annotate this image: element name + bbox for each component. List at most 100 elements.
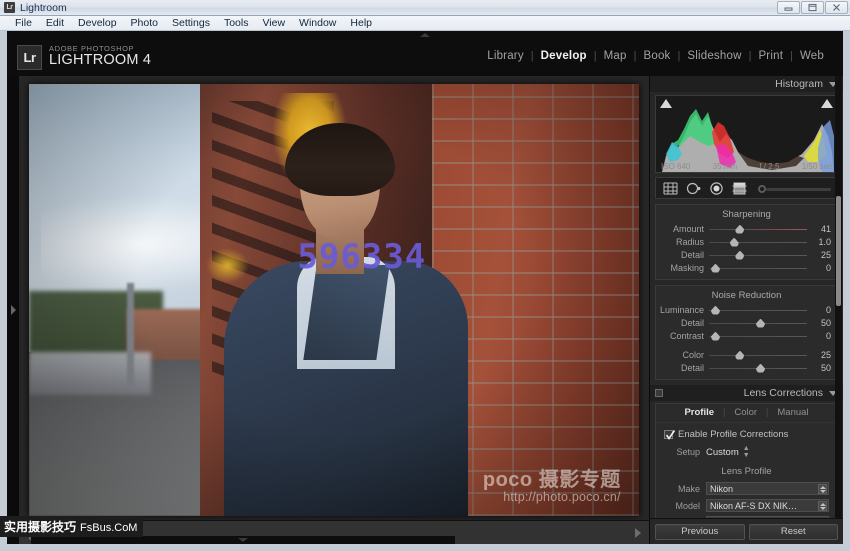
slider-track[interactable] bbox=[709, 237, 807, 248]
minimize-button[interactable] bbox=[777, 1, 800, 14]
photo-vignette bbox=[29, 84, 639, 516]
previous-button[interactable]: Previous bbox=[655, 523, 745, 540]
lens-make-select[interactable]: Nikon bbox=[706, 482, 829, 495]
spinner-icon[interactable] bbox=[818, 501, 827, 511]
slider-color-detail[interactable]: Detail 50 bbox=[656, 362, 837, 374]
panel-switch-icon[interactable] bbox=[655, 389, 663, 397]
lens-profile-label: Profile bbox=[660, 518, 706, 519]
minimize-icon bbox=[784, 7, 793, 11]
menu-file[interactable]: File bbox=[8, 16, 39, 30]
filmstrip-toggle[interactable] bbox=[31, 536, 455, 544]
updown-icon[interactable]: ▲ ▼ bbox=[743, 445, 750, 459]
spinner-icon[interactable] bbox=[818, 484, 827, 494]
menu-help[interactable]: Help bbox=[343, 16, 379, 30]
menu-edit[interactable]: Edit bbox=[39, 16, 71, 30]
red-eye-icon[interactable] bbox=[708, 181, 725, 196]
histogram-graph[interactable]: ISO 640 35 mm f / 2.5 1/50 sec bbox=[655, 95, 838, 173]
slider-track[interactable] bbox=[709, 318, 807, 329]
slider-masking[interactable]: Masking 0 bbox=[656, 262, 837, 274]
slider-label: Luminance bbox=[660, 305, 705, 315]
module-print[interactable]: Print bbox=[751, 50, 790, 62]
slider-track[interactable] bbox=[709, 331, 807, 342]
slider-label: Color bbox=[682, 350, 704, 360]
check-icon bbox=[665, 430, 676, 440]
slider-track[interactable] bbox=[709, 263, 807, 274]
close-button[interactable] bbox=[825, 1, 848, 14]
lens-corrections-body: Profile | Color | Manual Enable Profile … bbox=[655, 403, 838, 518]
reset-button[interactable]: Reset bbox=[748, 523, 838, 540]
slider-value: 25 bbox=[820, 250, 831, 260]
slider-track[interactable] bbox=[709, 363, 807, 374]
slider-track[interactable] bbox=[709, 250, 807, 261]
slider-luminance[interactable]: Luminance 0 bbox=[656, 304, 837, 316]
slider-label: Radius bbox=[675, 237, 704, 247]
slider-luminance-detail[interactable]: Detail 50 bbox=[656, 317, 837, 329]
module-slideshow[interactable]: Slideshow bbox=[680, 50, 748, 62]
slider-radius[interactable]: Radius 1.0 bbox=[656, 236, 837, 248]
left-panel-toggle[interactable] bbox=[7, 76, 19, 544]
slider-value: 0 bbox=[825, 263, 831, 273]
setup-value[interactable]: Custom bbox=[706, 447, 739, 458]
chevron-right-icon bbox=[10, 305, 16, 315]
slider-track[interactable] bbox=[709, 350, 807, 361]
toolbar-expand-icon[interactable] bbox=[635, 527, 641, 538]
menu-view[interactable]: View bbox=[255, 16, 292, 30]
content-area: 596334 poco 摄影专题 http://photo.poco.cn/ H… bbox=[7, 76, 843, 544]
exif-aperture: f / 2.5 bbox=[759, 162, 780, 171]
menu-window[interactable]: Window bbox=[292, 16, 343, 30]
close-icon bbox=[833, 4, 840, 11]
identity-plate[interactable]: Lr ADOBE PHOTOSHOP LIGHTROOM 4 bbox=[7, 44, 151, 70]
slider-value: 50 bbox=[820, 318, 831, 328]
slider-amount[interactable]: Amount 41 bbox=[656, 223, 837, 235]
scrollbar-thumb[interactable] bbox=[836, 196, 841, 306]
slider-color[interactable]: Color 25 bbox=[656, 349, 837, 361]
right-panel-scrollbar[interactable] bbox=[835, 76, 842, 518]
menu-develop[interactable]: Develop bbox=[71, 16, 124, 30]
tab-profile[interactable]: Profile bbox=[675, 407, 723, 418]
menu-photo[interactable]: Photo bbox=[124, 16, 165, 30]
module-library[interactable]: Library bbox=[480, 50, 531, 62]
sharpening-title: Sharpening bbox=[722, 209, 771, 220]
lens-profile-value: Adobe (Nikon AF-S DX NIKKO... bbox=[710, 518, 802, 519]
graduated-filter-icon[interactable] bbox=[731, 181, 748, 196]
enable-profile-corrections-checkbox[interactable]: Enable Profile Corrections bbox=[656, 423, 837, 444]
setup-row[interactable]: Setup Custom ▲ ▼ bbox=[656, 444, 837, 460]
window-controls bbox=[777, 1, 848, 14]
lens-corrections-header[interactable]: Lens Corrections bbox=[650, 385, 843, 401]
photo-frame[interactable]: 596334 poco 摄影专题 http://photo.poco.cn/ bbox=[29, 84, 639, 516]
menu-tools[interactable]: Tools bbox=[217, 16, 256, 30]
slider-track[interactable] bbox=[709, 224, 807, 235]
module-web[interactable]: Web bbox=[793, 50, 831, 62]
adjustment-brush-icon[interactable] bbox=[758, 184, 831, 193]
slider-label: Masking bbox=[670, 263, 704, 273]
noise-reduction-section: Noise Reduction Luminance 0 Detail 50 Co… bbox=[655, 285, 838, 380]
module-book[interactable]: Book bbox=[636, 50, 677, 62]
tab-manual[interactable]: Manual bbox=[768, 407, 817, 418]
lens-make-row[interactable]: Make Nikon bbox=[656, 481, 837, 496]
slider-detail[interactable]: Detail 25 bbox=[656, 249, 837, 261]
watermark-url: http://photo.poco.cn/ bbox=[503, 489, 621, 504]
histogram-curves bbox=[662, 109, 834, 172]
lens-profile-row[interactable]: Profile Adobe (Nikon AF-S DX NIKKO... bbox=[656, 515, 837, 518]
slider-track[interactable] bbox=[709, 305, 807, 316]
maximize-icon bbox=[808, 3, 817, 12]
lens-model-select[interactable]: Nikon AF-S DX NIKKOR 35mm... bbox=[706, 499, 829, 512]
maximize-button[interactable] bbox=[801, 1, 824, 14]
crop-overlay-icon[interactable] bbox=[662, 181, 679, 196]
tab-color[interactable]: Color bbox=[725, 407, 766, 418]
app-icon: Lr bbox=[4, 2, 15, 13]
menu-settings[interactable]: Settings bbox=[165, 16, 217, 30]
lens-make-value: Nikon bbox=[710, 483, 734, 494]
lens-model-row[interactable]: Model Nikon AF-S DX NIKKOR 35mm... bbox=[656, 498, 837, 513]
histogram-panel-header[interactable]: Histogram bbox=[650, 76, 843, 92]
spot-removal-icon[interactable] bbox=[685, 181, 702, 196]
module-map[interactable]: Map bbox=[597, 50, 634, 62]
window-title: Lightroom bbox=[20, 1, 67, 14]
slider-luminance-contrast[interactable]: Contrast 0 bbox=[656, 330, 837, 342]
module-develop[interactable]: Develop bbox=[534, 50, 594, 62]
slider-value: 0 bbox=[825, 331, 831, 341]
checkbox-icon[interactable] bbox=[664, 430, 676, 440]
top-panel-toggle[interactable] bbox=[7, 31, 843, 38]
lens-profile-select[interactable]: Adobe (Nikon AF-S DX NIKKO... bbox=[706, 516, 829, 518]
slider-value: 25 bbox=[820, 350, 831, 360]
